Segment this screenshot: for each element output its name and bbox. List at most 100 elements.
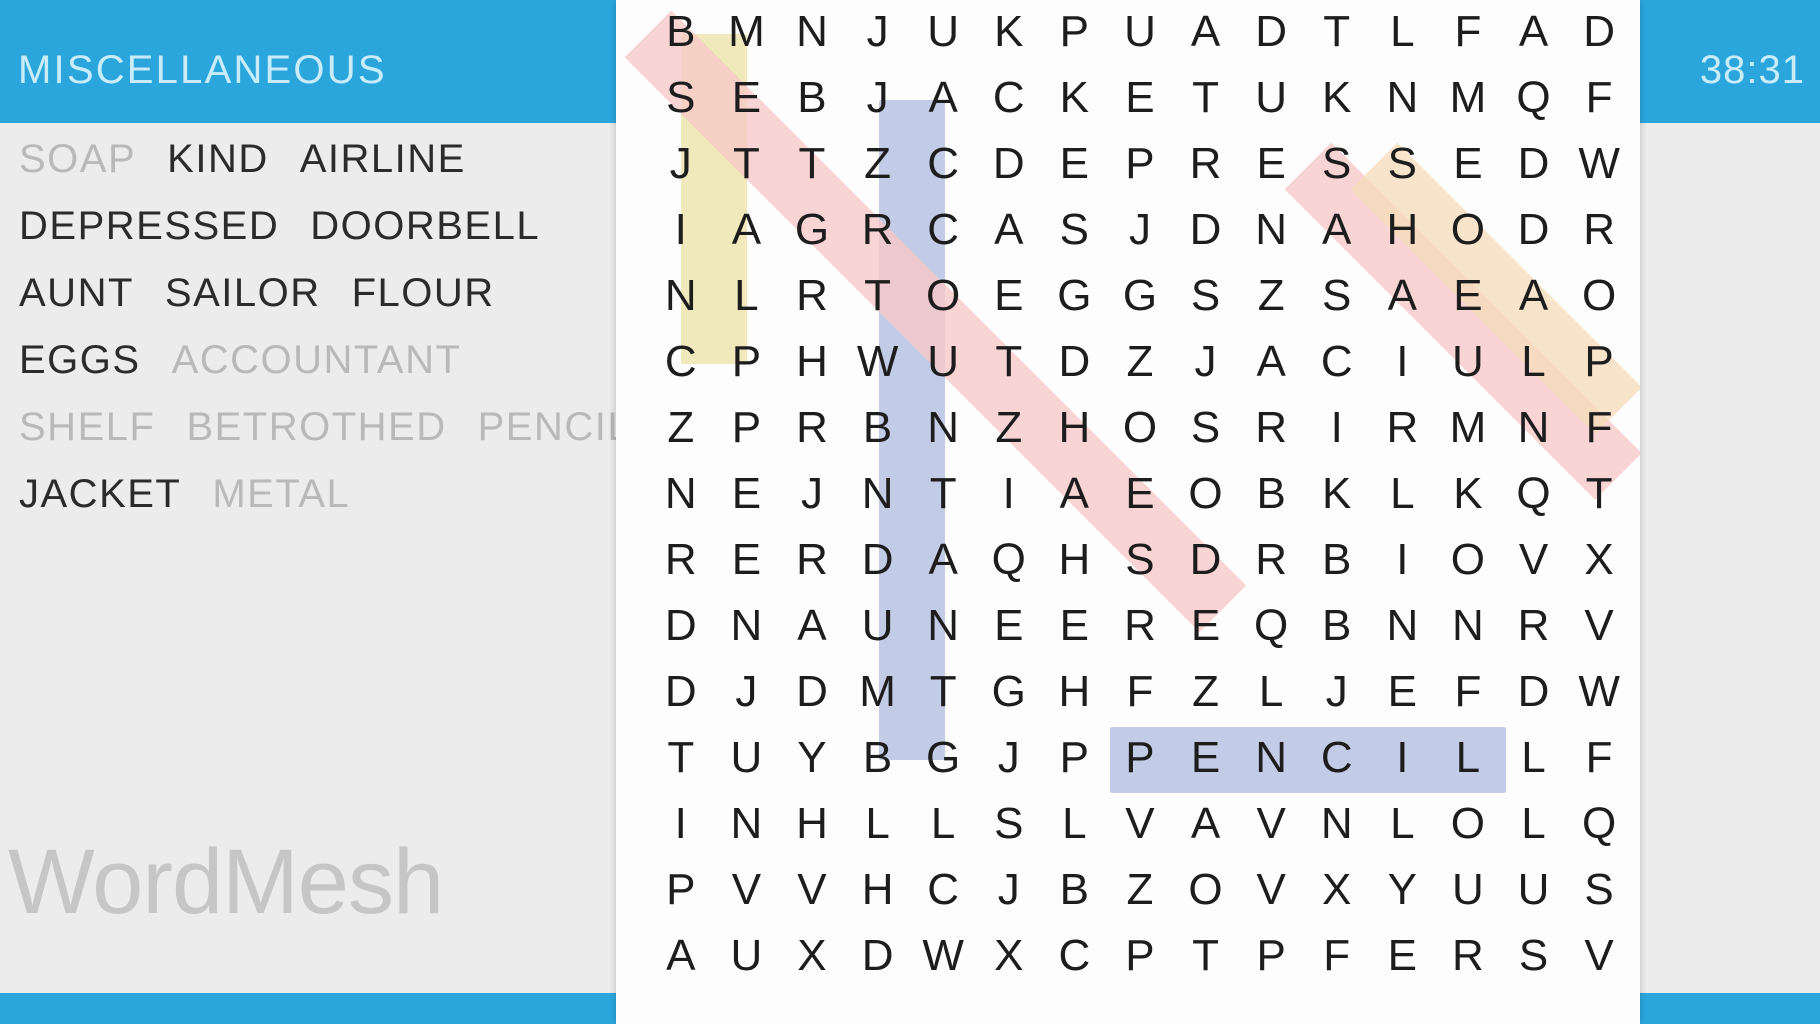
grid-cell[interactable]: A: [910, 65, 976, 131]
grid-cell[interactable]: L: [1238, 659, 1304, 725]
grid-cell[interactable]: U: [910, 0, 976, 65]
grid-cell[interactable]: L: [714, 263, 780, 329]
grid-cell[interactable]: D: [845, 923, 911, 989]
grid-cell[interactable]: E: [714, 65, 780, 131]
grid-cell[interactable]: T: [779, 131, 845, 197]
grid-cell[interactable]: T: [714, 131, 780, 197]
grid-cell[interactable]: Q: [976, 527, 1042, 593]
grid-cell[interactable]: L: [1370, 461, 1436, 527]
grid-cell[interactable]: E: [976, 593, 1042, 659]
grid-cell[interactable]: J: [845, 0, 911, 65]
word-list-item[interactable]: JACKET: [19, 461, 181, 528]
word-list-item[interactable]: BETROTHED: [186, 394, 446, 461]
grid-cell[interactable]: Y: [1370, 857, 1436, 923]
grid-cell[interactable]: Q: [1566, 791, 1632, 857]
grid-cell[interactable]: C: [1304, 725, 1370, 791]
grid-cell[interactable]: S: [648, 65, 714, 131]
grid-cell[interactable]: P: [1107, 923, 1173, 989]
grid-cell[interactable]: I: [1370, 527, 1436, 593]
grid-cell[interactable]: U: [910, 329, 976, 395]
grid-cell[interactable]: D: [1173, 527, 1239, 593]
grid-cell[interactable]: F: [1304, 923, 1370, 989]
grid-cell[interactable]: G: [779, 197, 845, 263]
grid-cell[interactable]: R: [1566, 197, 1632, 263]
grid-cell[interactable]: J: [1107, 197, 1173, 263]
word-list-item[interactable]: EGGS: [19, 327, 141, 394]
grid-cell[interactable]: Z: [1173, 659, 1239, 725]
grid-cell[interactable]: A: [779, 593, 845, 659]
grid-cell[interactable]: A: [976, 197, 1042, 263]
grid-cell[interactable]: U: [1501, 857, 1567, 923]
grid-cell[interactable]: J: [1173, 329, 1239, 395]
grid-cell[interactable]: I: [1304, 395, 1370, 461]
word-list-item[interactable]: PENCIL: [478, 394, 632, 461]
grid-cell[interactable]: N: [1238, 725, 1304, 791]
word-list-item[interactable]: DEPRESSED: [19, 193, 279, 260]
grid-cell[interactable]: D: [1501, 659, 1567, 725]
grid-cell[interactable]: H: [845, 857, 911, 923]
grid-cell[interactable]: I: [1370, 329, 1436, 395]
grid-cell[interactable]: B: [1042, 857, 1108, 923]
grid-cell[interactable]: E: [1042, 593, 1108, 659]
grid-cell[interactable]: P: [1042, 725, 1108, 791]
grid-cell[interactable]: B: [845, 395, 911, 461]
grid-cell[interactable]: I: [1370, 725, 1436, 791]
grid-cell[interactable]: E: [1435, 131, 1501, 197]
grid-cell[interactable]: P: [714, 329, 780, 395]
grid-cell[interactable]: C: [910, 197, 976, 263]
grid-cell[interactable]: C: [910, 131, 976, 197]
grid-cell[interactable]: L: [1042, 791, 1108, 857]
grid-cell[interactable]: R: [779, 263, 845, 329]
grid-cell[interactable]: N: [648, 263, 714, 329]
grid-cell[interactable]: S: [1501, 923, 1567, 989]
grid-cell[interactable]: H: [1042, 527, 1108, 593]
grid-cell[interactable]: N: [1238, 197, 1304, 263]
grid-cell[interactable]: S: [976, 791, 1042, 857]
grid-cell[interactable]: D: [1566, 0, 1632, 65]
grid-cell[interactable]: A: [1501, 263, 1567, 329]
grid-cell[interactable]: P: [1107, 131, 1173, 197]
grid-cell[interactable]: N: [1304, 791, 1370, 857]
grid-cell[interactable]: N: [714, 791, 780, 857]
grid-cell[interactable]: P: [1107, 725, 1173, 791]
grid-cell[interactable]: O: [1435, 527, 1501, 593]
grid-cell[interactable]: Z: [1238, 263, 1304, 329]
word-list-item[interactable]: METAL: [212, 461, 350, 528]
grid-cell[interactable]: S: [1370, 131, 1436, 197]
grid-cell[interactable]: N: [1370, 593, 1436, 659]
grid-cell[interactable]: E: [1238, 131, 1304, 197]
grid-cell[interactable]: F: [1566, 725, 1632, 791]
grid-cell[interactable]: O: [1173, 461, 1239, 527]
grid-cell[interactable]: N: [910, 593, 976, 659]
grid-cell[interactable]: H: [1042, 659, 1108, 725]
word-list-item[interactable]: SAILOR: [165, 260, 321, 327]
grid-cell[interactable]: M: [714, 0, 780, 65]
grid-cell[interactable]: Z: [648, 395, 714, 461]
grid-cell[interactable]: I: [648, 791, 714, 857]
grid-cell[interactable]: H: [1042, 395, 1108, 461]
grid-cell[interactable]: V: [1107, 791, 1173, 857]
grid-cell[interactable]: Z: [845, 131, 911, 197]
grid-cell[interactable]: X: [976, 923, 1042, 989]
grid-cell[interactable]: N: [910, 395, 976, 461]
grid-cell[interactable]: L: [1501, 725, 1567, 791]
grid-cell[interactable]: V: [714, 857, 780, 923]
grid-cell[interactable]: M: [1435, 65, 1501, 131]
grid-cell[interactable]: J: [779, 461, 845, 527]
grid-cell[interactable]: L: [1501, 329, 1567, 395]
grid-cell[interactable]: V: [779, 857, 845, 923]
grid-cell[interactable]: D: [976, 131, 1042, 197]
grid-cell[interactable]: S: [1042, 197, 1108, 263]
grid-cell[interactable]: N: [779, 0, 845, 65]
grid-cell[interactable]: J: [976, 725, 1042, 791]
grid-cell[interactable]: G: [976, 659, 1042, 725]
grid-cell[interactable]: E: [1370, 659, 1436, 725]
grid-cell[interactable]: N: [1435, 593, 1501, 659]
grid-cell[interactable]: S: [1566, 857, 1632, 923]
grid-cell[interactable]: T: [1173, 65, 1239, 131]
grid-cell[interactable]: D: [1042, 329, 1108, 395]
grid-cell[interactable]: N: [648, 461, 714, 527]
grid-cell[interactable]: L: [845, 791, 911, 857]
grid-cell[interactable]: R: [1173, 131, 1239, 197]
grid-cell[interactable]: N: [1501, 395, 1567, 461]
